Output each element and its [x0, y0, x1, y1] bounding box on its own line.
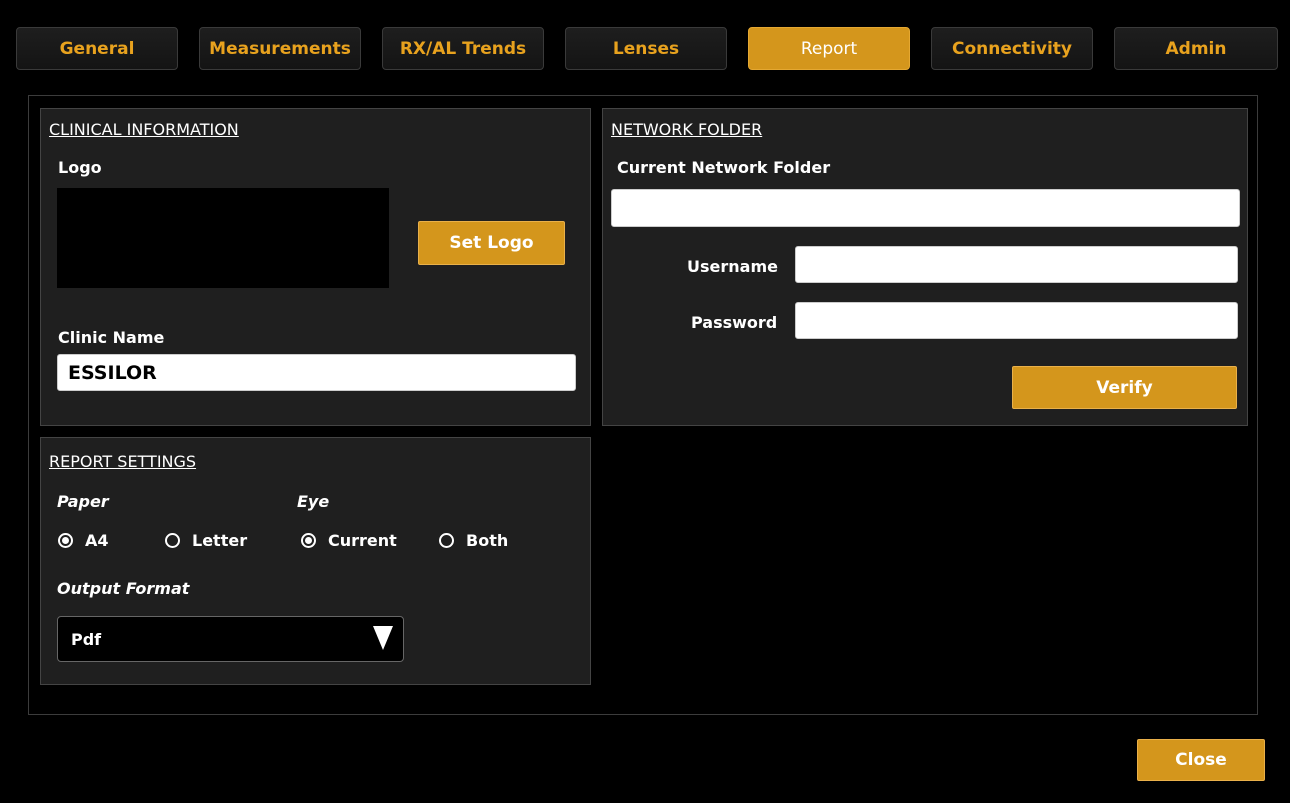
clinical-information-title: CLINICAL INFORMATION	[49, 120, 239, 139]
verify-button[interactable]: Verify	[1012, 366, 1237, 409]
tab-report[interactable]: Report	[748, 27, 910, 70]
paper-label: Paper	[57, 492, 109, 511]
tab-lenses[interactable]: Lenses	[565, 27, 727, 70]
current-network-folder-label: Current Network Folder	[617, 158, 831, 177]
radio-unselected-icon	[439, 533, 454, 548]
eye-label: Eye	[297, 492, 330, 511]
close-button[interactable]: Close	[1137, 739, 1265, 781]
paper-a4-radio[interactable]: A4	[58, 531, 109, 550]
current-network-folder-input[interactable]	[611, 189, 1240, 227]
dropdown-arrow-icon	[373, 626, 393, 650]
logo-label: Logo	[58, 158, 102, 177]
radio-selected-icon	[58, 533, 73, 548]
eye-current-radio[interactable]: Current	[301, 531, 397, 550]
eye-both-label: Both	[466, 531, 509, 550]
tab-connectivity[interactable]: Connectivity	[931, 27, 1093, 70]
paper-letter-radio[interactable]: Letter	[165, 531, 247, 550]
tab-general[interactable]: General	[16, 27, 178, 70]
network-folder-title: NETWORK FOLDER	[611, 120, 763, 139]
tab-admin[interactable]: Admin	[1114, 27, 1278, 70]
clinic-name-label: Clinic Name	[58, 328, 165, 347]
tab-measurements[interactable]: Measurements	[199, 27, 361, 70]
clinic-name-input[interactable]: ESSILOR	[57, 354, 576, 391]
eye-both-radio[interactable]: Both	[439, 531, 508, 550]
radio-unselected-icon	[165, 533, 180, 548]
username-label: Username	[687, 257, 778, 276]
paper-a4-label: A4	[85, 531, 109, 550]
report-settings-panel: REPORT SETTINGS Paper Eye A4 Letter Curr…	[40, 437, 591, 685]
report-settings-title: REPORT SETTINGS	[49, 452, 197, 471]
paper-letter-label: Letter	[192, 531, 248, 550]
network-folder-panel: NETWORK FOLDER Current Network Folder Us…	[602, 108, 1248, 426]
radio-selected-icon	[301, 533, 316, 548]
username-input[interactable]	[795, 246, 1238, 283]
eye-current-label: Current	[328, 531, 397, 550]
output-format-value: Pdf	[71, 629, 102, 649]
password-input[interactable]	[795, 302, 1238, 339]
output-format-dropdown[interactable]: Pdf	[57, 616, 404, 662]
clinical-information-panel: CLINICAL INFORMATION Logo Set Logo Clini…	[40, 108, 591, 426]
tab-bar: General Measurements RX/AL Trends Lenses…	[16, 27, 1278, 71]
set-logo-button[interactable]: Set Logo	[418, 221, 565, 265]
tab-rx-al-trends[interactable]: RX/AL Trends	[382, 27, 544, 70]
output-format-label: Output Format	[57, 579, 190, 598]
logo-preview	[57, 188, 389, 288]
password-label: Password	[691, 313, 778, 332]
